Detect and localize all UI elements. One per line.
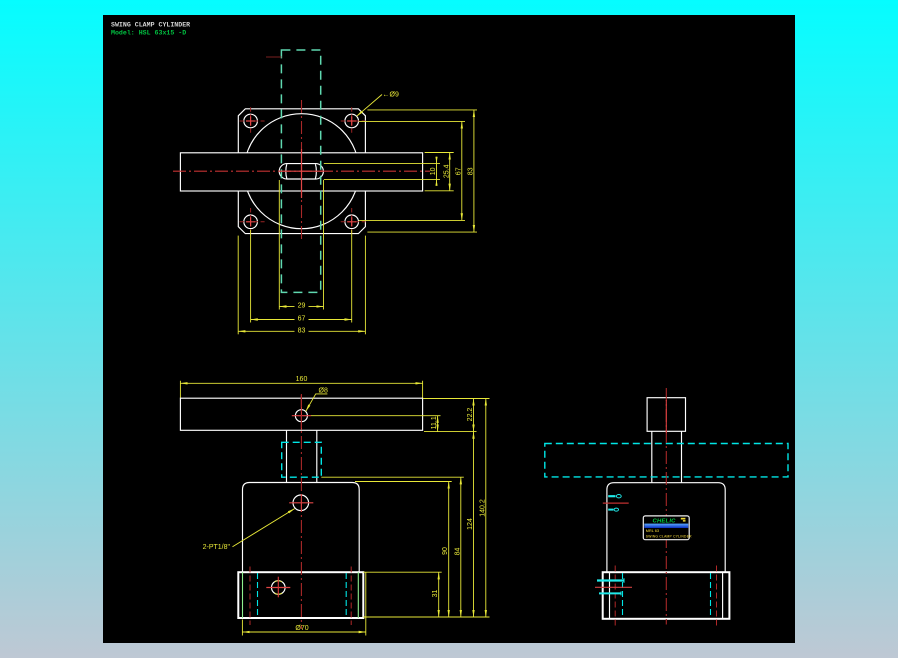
svg-text:67: 67 xyxy=(455,167,462,175)
svg-text:31: 31 xyxy=(432,590,439,598)
svg-text:84: 84 xyxy=(454,548,461,556)
svg-text:83: 83 xyxy=(298,327,306,334)
svg-text:2-PT1/8": 2-PT1/8" xyxy=(203,544,231,551)
svg-text:CHELIC: CHELIC xyxy=(653,519,677,525)
svg-text:124: 124 xyxy=(467,518,474,530)
svg-text:160: 160 xyxy=(296,376,308,383)
svg-text:25.4: 25.4 xyxy=(443,164,450,178)
svg-text:67: 67 xyxy=(298,316,306,323)
svg-text:22.2: 22.2 xyxy=(467,408,474,422)
svg-text:Ø70: Ø70 xyxy=(295,625,308,632)
svg-text:MRL 63: MRL 63 xyxy=(646,529,659,533)
svg-text:SWING CLAMP CYLINDER: SWING CLAMP CYLINDER xyxy=(111,21,190,28)
svg-text:Ø8: Ø8 xyxy=(319,388,328,395)
svg-text:10: 10 xyxy=(430,167,437,175)
svg-text:Model: HSL 63x15 -D: Model: HSL 63x15 -D xyxy=(111,30,186,37)
svg-text:SWING CLAMP CYLINDER: SWING CLAMP CYLINDER xyxy=(646,535,692,539)
svg-text:29: 29 xyxy=(298,303,306,310)
svg-text:←Ø9: ←Ø9 xyxy=(383,92,399,99)
svg-text:11.1: 11.1 xyxy=(431,416,438,429)
svg-text:90: 90 xyxy=(442,547,449,555)
svg-text:83: 83 xyxy=(468,167,475,175)
svg-text:140.2: 140.2 xyxy=(479,499,486,517)
